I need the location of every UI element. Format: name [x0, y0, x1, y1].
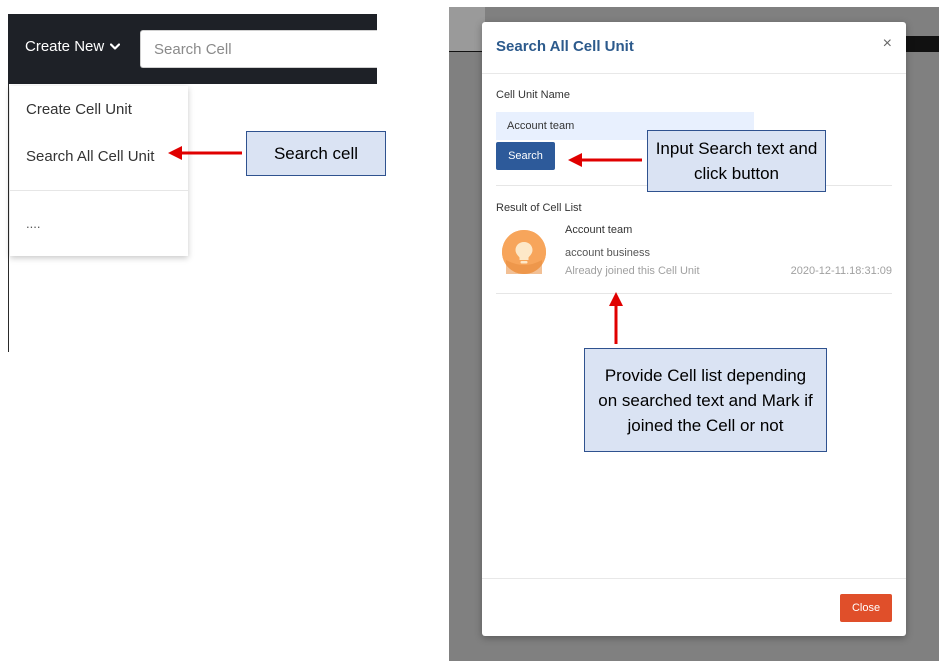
cell-description: account business — [565, 247, 650, 259]
create-new-menu[interactable]: Create New — [25, 38, 121, 55]
list-item[interactable]: Account team account business Already jo… — [496, 220, 892, 292]
arrow-left-icon — [568, 153, 642, 167]
modal-header-divider — [482, 73, 906, 74]
background-strip — [449, 7, 485, 51]
join-status: Already joined this Cell Unit — [565, 265, 700, 277]
create-new-label: Create New — [25, 38, 105, 55]
close-icon[interactable]: × — [883, 35, 892, 53]
search-button[interactable]: Search — [496, 142, 555, 170]
close-button[interactable]: Close — [840, 594, 892, 622]
panel-edge — [8, 84, 9, 352]
lightbulb-icon — [502, 230, 546, 274]
avatar — [502, 230, 546, 274]
timestamp: 2020-12-11.18:31:09 — [790, 265, 892, 277]
dropdown-item-search-all-cell-unit[interactable]: Search All Cell Unit — [26, 148, 154, 165]
search-cell-input[interactable] — [140, 30, 377, 68]
cell-name: Account team — [565, 224, 633, 236]
chevron-down-icon — [110, 42, 121, 50]
modal-footer-divider — [482, 578, 906, 579]
result-list-label: Result of Cell List — [496, 202, 582, 214]
cell-unit-name-label: Cell Unit Name — [496, 89, 570, 101]
dropdown-divider — [10, 190, 188, 191]
callout-provide-list: Provide Cell list depending on searched … — [584, 348, 827, 452]
arrow-up-icon — [609, 292, 623, 344]
result-divider — [496, 293, 892, 294]
search-all-cell-unit-modal: Search All Cell Unit × Cell Unit Name Se… — [482, 22, 906, 636]
dropdown-item-create-cell-unit[interactable]: Create Cell Unit — [26, 101, 132, 118]
callout-input-search: Input Search text and click button — [647, 130, 826, 192]
callout-search-cell: Search cell — [246, 131, 386, 176]
modal-title: Search All Cell Unit — [496, 38, 634, 55]
create-new-dropdown: Create Cell Unit Search All Cell Unit ..… — [10, 86, 188, 256]
dropdown-item-more[interactable]: .... — [26, 216, 40, 231]
arrow-left-icon — [168, 146, 242, 160]
